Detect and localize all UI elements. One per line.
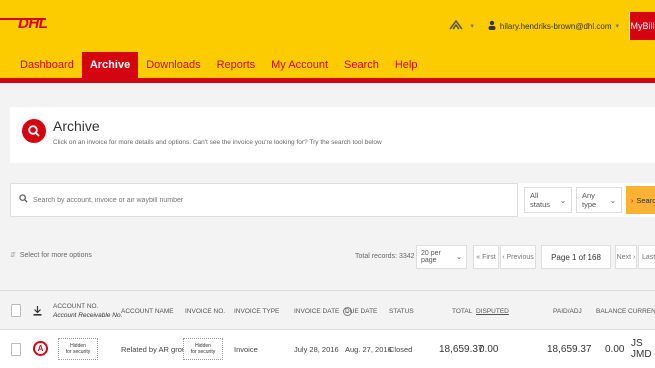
cell-disputed: 0.00 [479, 343, 499, 355]
chevron-down-icon: ⌄ [609, 195, 616, 205]
column-invoice-type[interactable]: INVOICE TYPE [234, 291, 279, 331]
user-email[interactable]: hilary.hendriks-brown@dhl.com [500, 22, 612, 31]
total-records: Total records: 3342 [355, 253, 415, 260]
main-nav: Dashboard Archive Downloads Reports My A… [12, 52, 425, 78]
nav-search[interactable]: Search [336, 52, 387, 78]
table-header: ACCOUNT NO. Account Receivable No. ACCOU… [0, 290, 655, 330]
status-select[interactable]: All status ⌄ [524, 187, 572, 213]
sort-arrow-icon: ⇵ [10, 252, 16, 259]
page-title: Archive [53, 118, 100, 134]
column-account-name[interactable]: ACCOUNT NAME [121, 291, 174, 331]
next-page-button[interactable]: Next › [615, 245, 637, 269]
nav-downloads[interactable]: Downloads [138, 52, 208, 78]
column-invoice-no[interactable]: INVOICE NO. [185, 291, 225, 331]
column-due-date[interactable]: DUE DATE [345, 291, 377, 331]
cell-balance: 0.00 [605, 343, 625, 355]
cell-total: 18,659.37 [439, 343, 484, 355]
cell-invoice-date: July 28, 2016 [294, 344, 339, 354]
select-options[interactable]: ⇵ Select for more options [10, 251, 92, 260]
nav-reports[interactable]: Reports [209, 52, 264, 78]
app-header: DHL ▾ hilary.hendriks-brown@dhl.com ▾ My… [0, 0, 655, 78]
chevron-down-icon[interactable]: ▾ [470, 22, 474, 30]
column-account-receivable-label: Account Receivable No. [53, 312, 123, 319]
pdf-icon[interactable]: A [33, 341, 48, 356]
hidden-invoice-no: Hidden for security [183, 338, 223, 360]
last-page-button[interactable]: Last » [638, 245, 655, 269]
cell-currency: JS JMD [631, 338, 652, 360]
select-options-label: Select for more options [19, 251, 92, 259]
column-balance[interactable]: BALANCE [596, 291, 626, 331]
search-button-label: Search [636, 195, 655, 205]
header-utilities: ▾ hilary.hendriks-brown@dhl.com ▾ MyBill [448, 12, 655, 40]
previous-page-button[interactable]: ‹ Previous [500, 245, 536, 269]
user-icon [488, 20, 496, 33]
header-divider [0, 78, 655, 83]
download-icon[interactable] [33, 291, 42, 331]
results-toolbar: ⇵ Select for more options Total records:… [10, 245, 655, 271]
table-row[interactable]: A Hidden for security Related by AR grou… [0, 330, 655, 368]
column-disputed-label: DISPUTED [476, 307, 509, 315]
hidden-sublabel: for security [190, 349, 216, 355]
per-page-value: 20 per page [421, 250, 441, 264]
nav-my-account[interactable]: My Account [263, 52, 336, 78]
row-checkbox[interactable] [11, 343, 21, 356]
archive-header: Archive Click on an invoice for more det… [10, 107, 655, 163]
hidden-account-no: Hidden for security [58, 338, 98, 360]
first-page-button[interactable]: « First [473, 245, 499, 269]
per-page-select[interactable]: 20 per page ⌄ [416, 245, 467, 269]
hidden-sublabel: for security [65, 349, 91, 355]
column-currency[interactable]: CURRENC [628, 291, 655, 331]
column-disputed[interactable]: DISPUTED [476, 291, 509, 331]
status-select-value: All status [530, 191, 551, 209]
search-button[interactable]: › Search [626, 186, 655, 214]
network-icon[interactable] [448, 19, 464, 34]
chevron-down-icon[interactable]: ▾ [615, 22, 619, 30]
page-description: Click on an invoice for more details and… [53, 139, 382, 146]
cell-invoice-type: Invoice [234, 344, 258, 354]
cell-account-name: Related by AR group [121, 344, 191, 354]
cell-due-date: Aug. 27, 2016 [345, 344, 392, 354]
chevron-down-icon: ⌄ [456, 254, 462, 261]
search-field[interactable] [10, 183, 518, 217]
cell-paid-adj: 18,659.37 [547, 343, 592, 355]
type-select[interactable]: Any type ⌄ [576, 187, 622, 213]
page-indicator[interactable]: Page 1 of 168 [541, 245, 611, 269]
column-invoice-date[interactable]: INVOICE DATE ⌄ [294, 291, 353, 331]
column-account-no[interactable]: ACCOUNT NO. Account Receivable No. [53, 291, 122, 331]
type-select-value: Any type [582, 191, 597, 209]
mybill-button[interactable]: MyBill [629, 12, 655, 40]
search-icon [22, 119, 46, 143]
chevron-right-icon: › [630, 195, 634, 205]
search-bar: All status ⌄ Any type ⌄ › Search [10, 183, 655, 217]
column-status[interactable]: STATUS [389, 291, 414, 331]
select-all-checkbox[interactable] [11, 304, 21, 317]
column-paid-adj[interactable]: PAID/ADJ [553, 291, 582, 331]
cell-status: Closed [389, 344, 413, 354]
nav-dashboard[interactable]: Dashboard [12, 52, 82, 78]
logo-underline [0, 18, 46, 20]
nav-help[interactable]: Help [387, 52, 426, 78]
chevron-down-icon: ⌄ [559, 195, 566, 205]
column-invoice-date-label: INVOICE DATE [294, 307, 340, 315]
column-total[interactable]: TOTAL [452, 291, 472, 331]
nav-archive[interactable]: Archive [81, 52, 139, 78]
search-input[interactable] [33, 196, 433, 204]
column-account-no-label: ACCOUNT NO. [53, 303, 99, 310]
search-icon [19, 194, 28, 206]
